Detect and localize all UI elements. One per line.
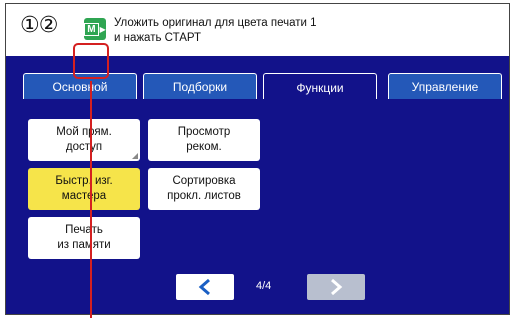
print-from-memory-label-2: из памяти bbox=[57, 239, 111, 251]
machine-status-icon: M ▶ bbox=[84, 18, 106, 40]
next-page-button[interactable] bbox=[307, 274, 365, 300]
previous-page-button[interactable] bbox=[176, 274, 234, 300]
job-separation-sort-button[interactable]: Сортировка прокл. листов bbox=[148, 168, 260, 210]
page-indicator: 4/4 bbox=[256, 280, 272, 292]
my-direct-access-button[interactable]: Мой прям. доступ bbox=[28, 119, 140, 161]
step-indicator: ①② bbox=[20, 12, 58, 37]
job-separation-sort-label-1: Сортировка bbox=[172, 175, 236, 187]
tab-presets[interactable]: Подборки bbox=[143, 73, 257, 100]
guidance-message-line2: и нажать СТАРТ bbox=[114, 32, 202, 44]
print-from-memory-label-1: Печать bbox=[65, 224, 103, 236]
callout-highlight bbox=[73, 43, 109, 79]
my-direct-access-label-1: Мой прям. bbox=[56, 126, 112, 138]
chevron-right-icon bbox=[331, 278, 343, 296]
tab-functions[interactable]: Функции bbox=[263, 73, 377, 101]
quick-master-making-label-2: мастера bbox=[61, 190, 107, 202]
guidance-message-line1: Уложить оригинал для цвета печати 1 bbox=[114, 17, 317, 29]
tab-admin[interactable]: Управление bbox=[388, 73, 502, 100]
corner-marker-icon bbox=[132, 153, 138, 159]
guidance-message: Уложить оригинал для цвета печати 1 и на… bbox=[114, 16, 317, 46]
view-recommended-label-1: Просмотр bbox=[177, 126, 231, 138]
view-recommended-button[interactable]: Просмотр реком. bbox=[148, 119, 260, 161]
view-recommended-label-2: реком. bbox=[186, 141, 222, 153]
quick-master-making-label-1: Быстр. изг. bbox=[55, 175, 113, 187]
my-direct-access-label-2: доступ bbox=[65, 141, 103, 153]
status-icon-letter: M bbox=[84, 22, 99, 36]
signal-icon: ▶ bbox=[99, 24, 106, 34]
job-separation-sort-label-2: прокл. листов bbox=[167, 190, 241, 202]
quick-master-making-button[interactable]: Быстр. изг. мастера bbox=[28, 168, 140, 210]
callout-leader-line bbox=[89, 81, 93, 318]
print-from-memory-button[interactable]: Печать из памяти bbox=[28, 217, 140, 259]
chevron-left-icon bbox=[198, 278, 210, 296]
